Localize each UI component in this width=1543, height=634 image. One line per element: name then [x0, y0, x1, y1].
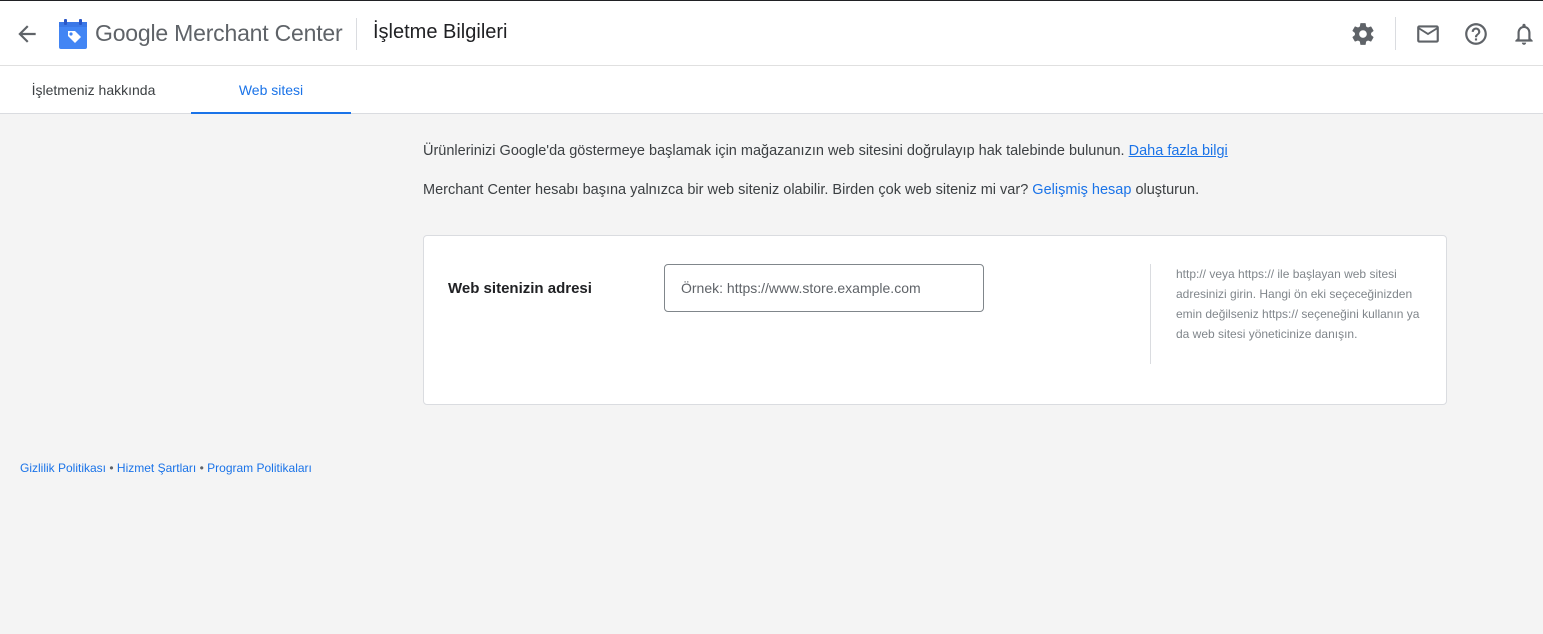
brand-name: Google Merchant Center	[95, 20, 343, 47]
mail-icon[interactable]	[1415, 21, 1441, 47]
tab-bar: İşletmeniz hakkında Web sitesi	[0, 66, 1543, 114]
intro-verify-text: Ürünlerinizi Google'da göstermeye başlam…	[423, 143, 1125, 159]
brand-product: Merchant Center	[174, 20, 343, 46]
program-policies-link[interactable]: Program Politikaları	[207, 461, 312, 475]
header-divider	[356, 18, 357, 50]
settings-gear-icon[interactable]	[1350, 21, 1376, 47]
footer-links: Gizlilik Politikası • Hizmet Şartları • …	[20, 461, 312, 475]
footer-separator: •	[109, 461, 114, 475]
top-app-bar: Google Merchant Center İşletme Bilgileri	[0, 0, 1543, 66]
advanced-account-link[interactable]: Gelişmiş hesap	[1032, 182, 1131, 198]
terms-of-service-link[interactable]: Hizmet Şartları	[117, 461, 196, 475]
page-title: İşletme Bilgileri	[373, 21, 508, 43]
back-arrow-icon[interactable]	[14, 21, 40, 47]
website-help-text: http:// veya https:// ile başlayan web s…	[1150, 264, 1422, 364]
help-icon[interactable]	[1463, 21, 1489, 47]
website-url-input[interactable]	[664, 264, 984, 312]
header-icons-divider	[1395, 17, 1396, 50]
merchant-center-logo-icon	[59, 19, 87, 49]
intro-line-verify: Ürünlerinizi Google'da göstermeye başlam…	[423, 143, 1228, 159]
website-card: Web sitenizin adresi http:// veya https:…	[423, 235, 1447, 405]
website-address-label: Web sitenizin adresi	[448, 280, 592, 297]
intro-single-site-text: Merchant Center hesabı başına yalnızca b…	[423, 182, 1029, 198]
tab-website[interactable]: Web sitesi	[191, 66, 351, 114]
footer-separator: •	[199, 461, 204, 475]
brand-google: Google	[95, 20, 168, 46]
intro-line-single-site: Merchant Center hesabı başına yalnızca b…	[423, 182, 1199, 198]
learn-more-link[interactable]: Daha fazla bilgi	[1129, 143, 1228, 159]
notifications-bell-icon[interactable]	[1511, 21, 1537, 47]
tab-about-business[interactable]: İşletmeniz hakkında	[0, 66, 187, 114]
privacy-policy-link[interactable]: Gizlilik Politikası	[20, 461, 106, 475]
intro-single-site-suffix: oluşturun.	[1135, 182, 1200, 198]
